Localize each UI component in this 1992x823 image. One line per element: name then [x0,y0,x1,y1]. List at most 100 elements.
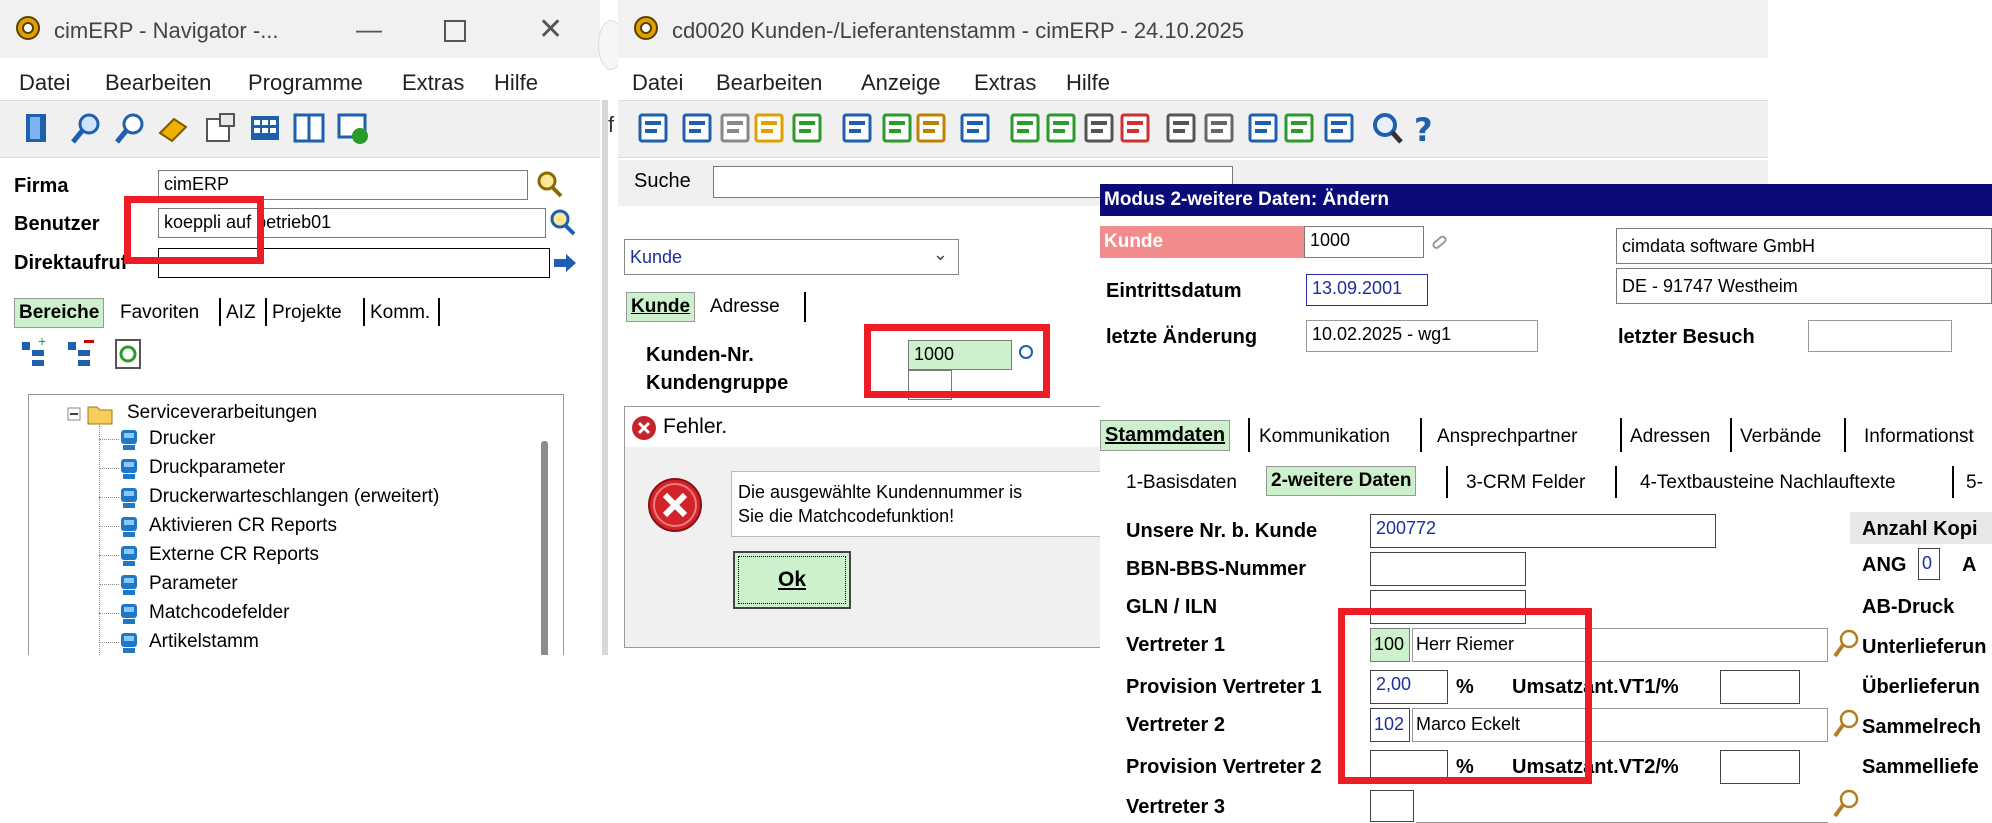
tree-collapse-icon[interactable] [64,336,98,370]
tab-ansprechpartner[interactable]: Ansprechpartner [1437,426,1577,448]
filter-icon[interactable] [1118,111,1152,145]
tab-kunde[interactable]: Kunde [626,292,696,322]
zoom-icon[interactable] [1370,111,1404,145]
menu-hilfe[interactable]: Hilfe [494,70,538,96]
dialog-titlebar[interactable]: Fehler. [625,407,1105,447]
tab-informationst[interactable]: Informationst [1864,426,1974,448]
menu-extras[interactable]: Extras [974,70,1036,96]
tab-adressen[interactable]: Adressen [1630,426,1710,448]
tab-favoriten[interactable]: Favoriten [120,302,199,324]
subtab-basisdaten[interactable]: 1-Basisdaten [1126,472,1237,494]
vertreter3-search-icon[interactable] [1833,788,1861,818]
window-refresh-icon[interactable] [336,111,370,145]
tab-stammdaten[interactable]: Stammdaten [1100,420,1231,451]
excel-icon[interactable] [1044,111,1078,145]
book-icon[interactable] [1282,111,1316,145]
split-view-icon[interactable] [292,111,326,145]
tree-item[interactable]: Matchcodefelder [149,602,289,624]
subtab-5[interactable]: 5- [1966,472,1983,494]
tab-adresse[interactable]: Adresse [710,296,780,318]
cd-toolbar: ? [618,100,1768,158]
print-icon[interactable] [1202,111,1236,145]
tree-item[interactable]: Drucker [149,428,216,450]
maximize-icon[interactable] [444,20,466,42]
ok-button[interactable]: Ok [733,551,851,609]
menu-datei[interactable]: Datei [632,70,683,96]
besuch-input[interactable] [1808,320,1952,352]
kunde-input[interactable]: 1000 [1304,226,1424,258]
subtab-textbausteine[interactable]: 4-Textbausteine Nachlauftexte [1640,472,1896,494]
sort-desc-icon[interactable] [914,111,948,145]
tree-expand-icon[interactable]: + [18,336,52,370]
zoom-search-icon[interactable] [114,111,148,145]
search-icon[interactable] [70,111,104,145]
tab-projekte[interactable]: Projekte [272,302,342,324]
properties-icon[interactable] [204,111,238,145]
tree-item-serviceverarbeitungen[interactable]: Serviceverarbeitungen [127,402,317,424]
sort-asc-icon[interactable] [880,111,914,145]
grid-icon[interactable] [248,111,282,145]
minimize-icon[interactable]: — [356,14,382,45]
grid-icon[interactable] [1322,111,1356,145]
tree-refresh-icon[interactable] [114,338,142,370]
properties-icon[interactable] [1164,111,1198,145]
copy-icon[interactable] [1082,111,1116,145]
tab-verbaende[interactable]: Verbände [1740,426,1821,448]
eraser-icon[interactable] [156,111,190,145]
menu-extras[interactable]: Extras [402,70,464,96]
menu-datei[interactable]: Datei [19,70,70,96]
tree-item[interactable]: Artikelstamm [149,631,259,653]
close-icon[interactable]: ✕ [538,12,563,47]
mail-icon[interactable] [840,111,874,145]
svg-text:+: + [38,336,46,349]
kunde-select[interactable]: Kunde ⌄ [624,239,959,275]
tree-item[interactable]: Externe CR Reports [149,544,319,566]
tree-item[interactable]: Druckerwarteschlangen (erweitert) [149,486,439,508]
tree-scrollbar-thumb[interactable] [541,441,548,655]
exit-door-icon[interactable] [636,111,670,145]
windows-icon[interactable] [1246,111,1280,145]
bbn-label: BBN-BBS-Nummer [1126,558,1307,580]
tree-item[interactable]: Druckparameter [149,457,285,479]
tab-bereiche[interactable]: Bereiche [14,298,105,328]
vertreter2-search-icon[interactable] [1833,708,1861,738]
new-document-icon[interactable] [718,111,752,145]
open-folder-icon[interactable] [752,111,786,145]
subtab-crm-felder[interactable]: 3-CRM Felder [1466,472,1585,494]
benutzer-search-icon[interactable] [548,208,576,236]
cd-titlebar[interactable]: cd0020 Kunden-/Lieferantenstamm - cimERP… [618,0,1768,60]
menu-anzeige[interactable]: Anzeige [861,70,941,96]
tree-item[interactable]: Parameter [149,573,238,595]
calculator-icon[interactable] [958,111,992,145]
menu-bearbeiten[interactable]: Bearbeiten [716,70,822,96]
umsatz1-input[interactable] [1720,670,1800,704]
subtab-weitere-daten[interactable]: 2-weitere Daten [1266,466,1417,496]
error-dialog: Fehler. Die ausgewählte Kundennummer is … [624,406,1111,648]
firma-search-icon[interactable] [535,170,563,198]
tab-kommunikation[interactable]: Kommunikation [1259,426,1390,448]
menu-programme[interactable]: Programme [248,70,363,96]
exit-door-icon[interactable] [20,111,54,145]
refresh-icon[interactable] [790,111,824,145]
unsere-nr-input[interactable]: 200772 [1370,514,1716,548]
link-icon[interactable] [1428,228,1454,254]
umsatz2-input[interactable] [1720,750,1800,784]
navigator-titlebar[interactable]: cimERP - Navigator -... — ✕ [0,0,600,58]
tab-aiz[interactable]: AIZ [226,302,256,324]
export-icon[interactable] [1008,111,1042,145]
arrow-right-icon[interactable] [552,252,578,274]
help-icon[interactable]: ? [1408,111,1442,145]
vertreter3-code-input[interactable] [1370,790,1414,822]
eintritt-input[interactable]: 13.09.2001 [1306,274,1428,306]
menu-bearbeiten[interactable]: Bearbeiten [105,70,211,96]
menu-hilfe[interactable]: Hilfe [1066,70,1110,96]
bbn-input[interactable] [1370,552,1526,586]
tree-item[interactable]: Aktivieren CR Reports [149,515,337,537]
tree-collapse-toggle-icon[interactable] [67,407,81,421]
edit-icon[interactable] [680,111,714,145]
tab-komm[interactable]: Komm. [370,302,430,324]
kunde-label-cell: Kunde [1100,226,1304,258]
vertreter1-search-icon[interactable] [1833,628,1861,658]
ab-druck-label: AB-Druck [1862,596,1955,618]
ang-input[interactable]: 0 [1918,548,1940,580]
